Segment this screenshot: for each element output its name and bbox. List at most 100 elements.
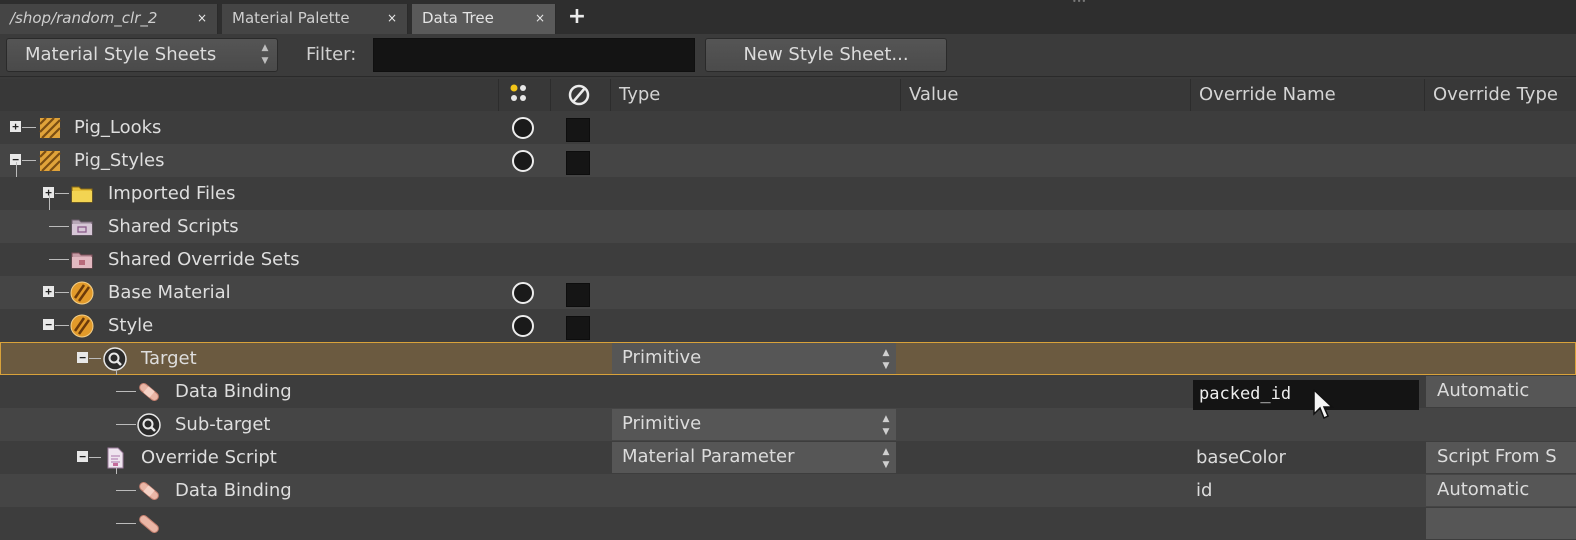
tab-label: /shop/random_clr_2 [10,9,158,27]
scripts-folder-icon [71,219,93,236]
new-style-sheet-button[interactable]: New Style Sheet... [705,38,947,72]
style-sheet-icon [39,150,61,172]
target-type-select[interactable]: Primitive ▲ ▼ [612,343,896,374]
active-toggle[interactable] [512,150,534,172]
tree-connector [55,325,69,326]
add-tab-icon[interactable]: + [566,3,588,31]
header-type[interactable]: Type [610,79,900,111]
row-label: Imported Files [108,183,236,204]
active-toggle[interactable] [512,117,534,139]
tree-row-base-material[interactable]: + Base Material [0,276,1576,309]
tree-connector [49,226,69,227]
disabled-icon [568,84,590,106]
material-style-icon [70,281,94,305]
disable-checkbox[interactable] [566,283,590,307]
type-value: Primitive [622,347,702,368]
tree-connector [89,457,101,458]
filter-label: Filter: [306,44,357,65]
tree-row-pig-styles[interactable]: − Pig_Styles [0,144,1576,177]
header-override-name[interactable]: Override Name [1190,79,1424,111]
tree-row-target[interactable]: − Target Primitive ▲ ▼ [0,342,1576,375]
disable-checkbox[interactable] [566,118,590,142]
override-sets-folder-icon [71,252,93,269]
style-sheet-select-value: Material Style Sheets [25,44,217,65]
override-type-select[interactable]: Script From S [1426,442,1576,473]
tree-connector [116,490,136,491]
tab-shop-random-clr[interactable]: /shop/random_clr_2 × [0,4,218,34]
expand-icon[interactable]: + [10,121,21,132]
row-label: Shared Override Sets [108,249,300,270]
row-label: Style [108,315,154,336]
tree-row-sub-target[interactable]: Sub-target Primitive ▲ ▼ [0,408,1576,441]
tree-connector [89,358,101,359]
override-name-value[interactable]: id [1196,474,1212,507]
row-label: Override Script [141,447,277,468]
mouse-cursor-icon [1313,389,1334,420]
override-type-select[interactable]: Automatic [1426,475,1576,506]
row-label: Shared Scripts [108,216,239,237]
sub-target-type-select[interactable]: Primitive ▲ ▼ [612,409,896,440]
target-search-icon [137,413,161,437]
close-icon[interactable]: × [535,4,545,32]
style-sheet-select[interactable]: Material Style Sheets ▲ ▼ [6,38,278,72]
collapse-icon[interactable]: − [77,451,88,462]
override-script-type-select[interactable]: Material Parameter ▲ ▼ [612,442,896,473]
collapse-icon[interactable]: − [77,352,88,363]
tree-connector [116,391,136,392]
row-label: Pig_Styles [74,150,165,171]
tree-connector [55,292,69,293]
close-icon[interactable]: × [387,4,397,32]
bandage-icon [139,482,159,500]
row-label: Pig_Looks [74,117,162,138]
dots-icon [510,84,526,101]
folder-icon [71,186,93,203]
header-disable-column[interactable] [550,79,610,111]
row-label: Data Binding [175,480,292,501]
header-active-column[interactable] [498,79,550,111]
header-value[interactable]: Value [900,79,1190,111]
header-override-type[interactable]: Override Type [1424,79,1576,111]
material-style-icon [70,314,94,338]
tree-header: Type Value Override Name Override Type [0,79,1576,112]
active-toggle[interactable] [512,315,534,337]
tree-row-data-binding-2[interactable]: Data Binding id Automatic [0,474,1576,507]
active-toggle[interactable] [512,282,534,304]
tab-data-tree[interactable]: Data Tree × [412,4,556,34]
tree-connector [116,424,136,425]
script-file-icon [107,447,124,469]
tree-row-pig-looks[interactable]: + Pig_Looks [0,111,1576,144]
collapse-icon[interactable]: − [43,319,54,330]
filter-input[interactable] [373,38,695,72]
tree-row-shared-scripts[interactable]: Shared Scripts [0,210,1576,243]
tree-connector [22,127,36,128]
disable-checkbox[interactable] [566,316,590,340]
spinner-icon: ▲ ▼ [882,447,890,470]
tree-connector [55,193,69,194]
toolbar: Material Style Sheets ▲ ▼ Filter: New Sty… [0,34,1576,77]
override-name-input[interactable]: packed_id [1193,380,1419,410]
tab-material-palette[interactable]: Material Palette × [222,4,408,34]
header-name-column[interactable] [0,79,498,111]
tab-label: Material Palette [232,9,350,27]
tree-connector [22,160,36,161]
style-sheet-icon [39,117,61,139]
disable-checkbox[interactable] [566,151,590,175]
override-name-value[interactable]: baseColor [1196,441,1286,474]
target-search-icon [103,347,127,371]
tree-row-style[interactable]: − Style [0,309,1576,342]
tree-row-shared-override-sets[interactable]: Shared Override Sets [0,243,1576,276]
tab-label: Data Tree [422,9,494,27]
tree-row-override-script[interactable]: − Override Script Material Parameter ▲ ▼ … [0,441,1576,474]
spinner-icon: ▲ ▼ [882,348,890,371]
row-label: Sub-target [175,414,271,435]
override-type-select[interactable]: Automatic [1426,376,1576,407]
type-value: Primitive [622,413,702,434]
bandage-icon [139,515,159,533]
tree-row-imported-files[interactable]: + Imported Files [0,177,1576,210]
expand-icon[interactable]: + [43,286,54,297]
row-label: Data Binding [175,381,292,402]
pane-grip-icon[interactable]: ••• [1072,0,1100,6]
tab-bar: /shop/random_clr_2 × Material Palette × … [0,0,1576,34]
close-icon[interactable]: × [197,4,207,32]
spinner-icon: ▲ ▼ [261,43,269,66]
